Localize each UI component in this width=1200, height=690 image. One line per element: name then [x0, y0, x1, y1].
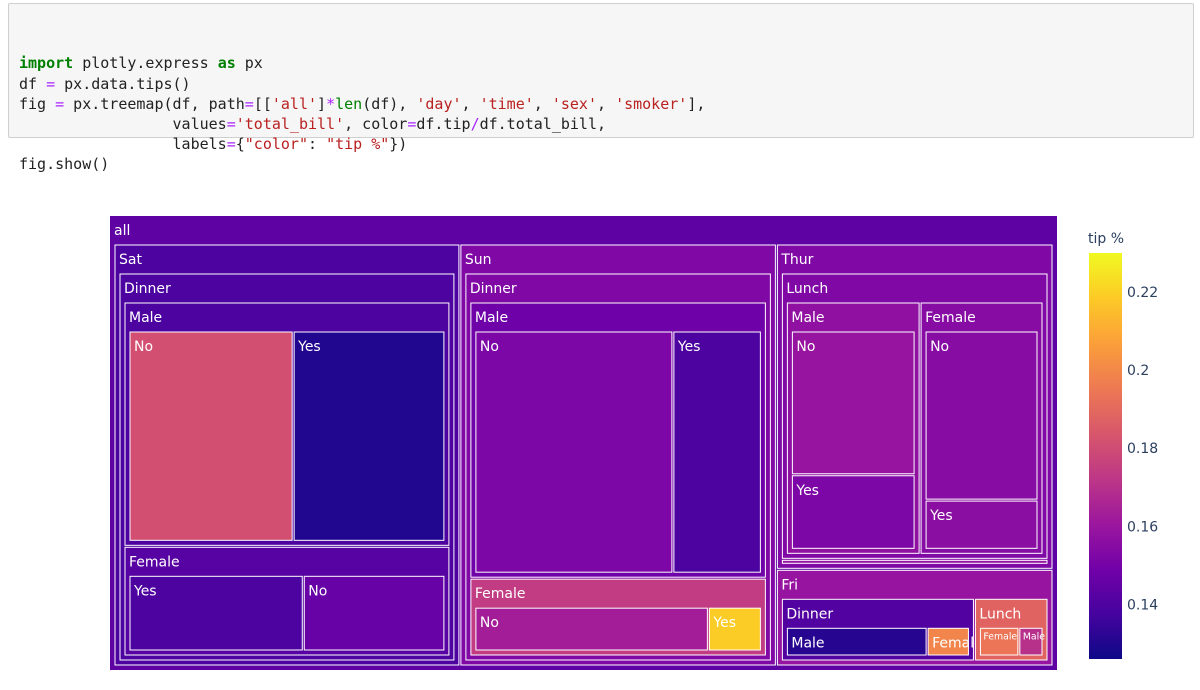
- treemap-label: No: [796, 339, 815, 355]
- colorbar-tick-label: 0.16: [1127, 519, 1158, 535]
- treemap-label: Male: [1023, 632, 1045, 643]
- treemap-label: Female: [983, 632, 1017, 643]
- treemap-label: Yes: [677, 339, 701, 355]
- treemap-label: Yes: [929, 508, 953, 524]
- treemap-label: No: [930, 339, 949, 355]
- colorbar-tick-label: 0.22: [1127, 285, 1158, 301]
- colorbar-tick-label: 0.18: [1127, 441, 1158, 457]
- treemap-label: Yes: [133, 583, 157, 599]
- treemap-label: Yes: [795, 483, 819, 499]
- treemap-label: Sat: [119, 252, 142, 268]
- treemap-label: Yes: [712, 615, 736, 631]
- treemap-node-yes[interactable]: [673, 331, 761, 573]
- treemap-label: No: [480, 339, 499, 355]
- treemap-label: Female: [925, 310, 976, 326]
- treemap-label: Male: [791, 310, 824, 326]
- treemap-node-yes[interactable]: [293, 331, 445, 541]
- treemap-label: Sun: [465, 252, 492, 268]
- treemap-label: No: [480, 615, 499, 631]
- colorbar-tick-label: 0.14: [1127, 597, 1158, 613]
- treemap-chart: all Sat Dinner Male No Yes Female Yes No Sun Dinne…: [110, 216, 1158, 670]
- treemap-label: Thur: [780, 252, 813, 268]
- treemap-label: Dinner: [124, 281, 171, 297]
- treemap-node-no[interactable]: [475, 607, 708, 651]
- treemap-node-no[interactable]: [129, 331, 293, 541]
- treemap-label: Dinner: [786, 606, 833, 622]
- treemap-label: Yes: [297, 339, 321, 355]
- treemap-label: Female: [475, 586, 526, 602]
- treemap-label: Female: [129, 554, 180, 570]
- treemap-label: No: [308, 583, 327, 599]
- treemap-node[interactable]: [781, 559, 1048, 564]
- colorbar-gradient: [1089, 253, 1122, 659]
- treemap-label: Male: [129, 310, 162, 326]
- treemap-label: Fri: [781, 577, 798, 593]
- treemap-label: all: [114, 223, 130, 239]
- treemap-label: Lunch: [979, 606, 1021, 622]
- treemap-node-no[interactable]: [475, 331, 673, 573]
- treemap-nodes: all Sat Dinner Male No Yes Female Yes No Sun Dinne…: [110, 216, 1057, 670]
- treemap-label: Dinner: [470, 281, 517, 297]
- colorbar: tip % 0.14 0.16 0.18 0.2 0.22: [1088, 231, 1158, 659]
- treemap-label: Male: [791, 635, 824, 651]
- treemap-label: No: [134, 339, 153, 355]
- treemap-node-no[interactable]: [925, 331, 1038, 500]
- colorbar-title: tip %: [1088, 231, 1124, 247]
- colorbar-tick-label: 0.2: [1127, 363, 1149, 379]
- treemap-label: Male: [475, 310, 508, 326]
- colorbar-ticks: 0.14 0.16 0.18 0.2 0.22: [1127, 285, 1158, 613]
- treemap-label: Lunch: [786, 281, 828, 297]
